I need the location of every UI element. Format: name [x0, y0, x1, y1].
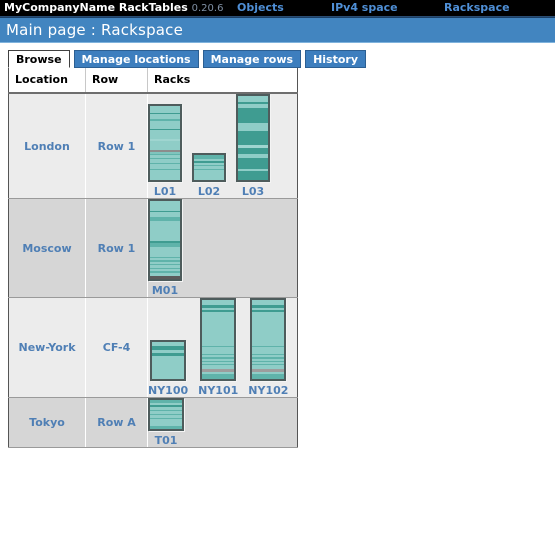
rack-thumbnail-NY101[interactable]: NY101: [198, 298, 238, 397]
page-title-bar: Main page : Rackspace: [0, 17, 555, 43]
rack-unit: [238, 171, 268, 180]
page-title: Main page : Rackspace: [6, 21, 184, 39]
rack-thumbnail-L03[interactable]: L03: [236, 94, 270, 198]
nav-link-objects[interactable]: Objects: [237, 1, 284, 14]
rack-unit: [238, 107, 268, 123]
cell-location: Tokyo: [8, 397, 86, 448]
rack-unit: [150, 220, 180, 241]
rack-unit: [150, 426, 182, 429]
location-link[interactable]: New-York: [18, 341, 75, 354]
tab-browse[interactable]: Browse: [8, 50, 70, 68]
rack-thumbnail-strip: T01: [148, 398, 297, 447]
column-header-location: Location: [8, 67, 86, 94]
brand-name: MyCompanyName RackTables: [4, 1, 188, 14]
rack-unit: [152, 356, 185, 379]
rack-unit: [202, 312, 235, 347]
location-link[interactable]: London: [24, 140, 70, 153]
rack-unit: [238, 131, 268, 146]
cell-racks: NY100 NY101 NY102: [147, 297, 298, 398]
rack-unit: [150, 201, 180, 211]
nav-link-rackspace[interactable]: Rackspace: [444, 1, 510, 14]
rack-label-link[interactable]: NY100: [148, 384, 188, 397]
table-body: London Row 1 L01 L02 L03 Moscow Row 1 M01 New-Yo…: [8, 92, 298, 448]
tab-manage-locations[interactable]: Manage locations: [73, 50, 199, 68]
tab-manage-rows[interactable]: Manage rows: [202, 50, 302, 68]
cell-location: New-York: [8, 297, 86, 398]
rack-unit: [150, 130, 180, 139]
cell-racks: T01: [147, 397, 298, 448]
rack-unit: [150, 246, 180, 257]
rack-unit: [252, 347, 285, 355]
cell-racks: L01 L02 L03: [147, 92, 298, 199]
column-header-row: Row: [85, 67, 148, 94]
rack-thumbnail-M01[interactable]: M01: [148, 199, 182, 297]
rack-label-link[interactable]: L01: [154, 185, 176, 198]
rack-diagram[interactable]: [200, 298, 237, 381]
brand-title: MyCompanyName RackTables 0.20.6: [4, 1, 223, 14]
tab-history[interactable]: History: [305, 50, 366, 68]
rack-unit: [150, 419, 182, 426]
rack-thumbnail-L01[interactable]: L01: [148, 104, 182, 198]
cell-location: London: [8, 92, 86, 199]
rack-unit: [194, 170, 224, 180]
rack-label-link[interactable]: M01: [152, 284, 178, 297]
version-label: 0.20.6: [191, 3, 224, 14]
column-header-racks: Racks: [147, 67, 298, 94]
rack-unit: [150, 276, 180, 279]
rack-diagram[interactable]: [236, 94, 270, 182]
rack-unit: [238, 158, 268, 170]
top-navigation-bar: MyCompanyName RackTables 0.20.6 Objects …: [0, 0, 555, 17]
table-head: Location Row Racks: [8, 67, 298, 94]
rack-label-link[interactable]: L03: [242, 185, 264, 198]
cell-row-name: Row A: [85, 397, 148, 448]
rack-unit: [150, 170, 180, 180]
rackspace-table: Location Row Racks London Row 1 L01 L02 L03 M…: [8, 67, 298, 448]
rack-diagram[interactable]: [192, 153, 226, 182]
rack-thumbnail-L02[interactable]: L02: [192, 153, 226, 198]
rack-unit: [202, 374, 235, 379]
row-link[interactable]: Row A: [97, 416, 136, 429]
rack-unit: [150, 121, 180, 129]
table-row: London Row 1 L01 L02 L03: [8, 92, 298, 199]
rack-thumbnail-NY100[interactable]: NY100: [148, 340, 188, 397]
location-link[interactable]: Moscow: [22, 242, 71, 255]
rack-unit: [150, 106, 180, 113]
rack-unit: [202, 347, 235, 355]
rack-diagram[interactable]: [148, 398, 184, 431]
rack-unit: [252, 374, 285, 379]
cell-row-name: CF-4: [85, 297, 148, 398]
row-link[interactable]: CF-4: [103, 341, 130, 354]
rack-thumbnail-NY102[interactable]: NY102: [248, 298, 288, 397]
rack-thumbnail-strip: M01: [148, 199, 297, 297]
rack-label-link[interactable]: NY102: [248, 384, 288, 397]
rack-unit: [238, 122, 268, 132]
tab-bar: Browse Manage locations Manage rows History: [8, 50, 366, 68]
location-link[interactable]: Tokyo: [29, 416, 65, 429]
rack-label-link[interactable]: NY101: [198, 384, 238, 397]
table-row: New-York CF-4 NY100 NY101 NY102: [8, 297, 298, 398]
rack-thumbnail-strip: NY100 NY101 NY102: [148, 298, 297, 397]
rack-thumbnail-T01[interactable]: T01: [148, 398, 184, 447]
table-row: Moscow Row 1 M01: [8, 198, 298, 298]
row-link[interactable]: Row 1: [98, 140, 136, 153]
nav-link-ipv4-space[interactable]: IPv4 space: [331, 1, 398, 14]
rack-unit: [150, 141, 180, 150]
rack-diagram[interactable]: [250, 298, 287, 381]
rack-diagram[interactable]: [148, 104, 182, 182]
rack-label-link[interactable]: T01: [155, 434, 178, 447]
rack-diagram[interactable]: [148, 199, 182, 281]
table-header-row: Location Row Racks: [8, 67, 298, 94]
row-link[interactable]: Row 1: [98, 242, 136, 255]
table-row: Tokyo Row A T01: [8, 397, 298, 448]
content-area: Browse Manage locations Manage rows History…: [0, 43, 555, 540]
rack-unit: [252, 312, 285, 347]
cell-location: Moscow: [8, 198, 86, 298]
cell-row-name: Row 1: [85, 92, 148, 199]
cell-racks: M01: [147, 198, 298, 298]
rack-diagram[interactable]: [150, 340, 187, 381]
rack-label-link[interactable]: L02: [198, 185, 220, 198]
rack-thumbnail-strip: L01 L02 L03: [148, 94, 297, 198]
cell-row-name: Row 1: [85, 198, 148, 298]
